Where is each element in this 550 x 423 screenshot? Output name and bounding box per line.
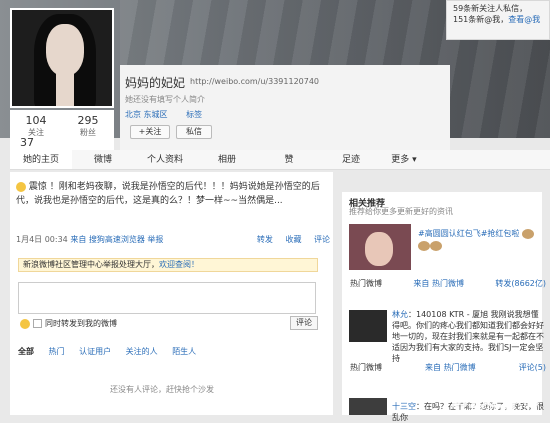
recommend-repost-count[interactable]: 转发(8662亿) (495, 278, 546, 289)
recommend-image[interactable] (349, 224, 411, 270)
bear-emoji-icon (521, 228, 534, 239)
recommend-meta: 热门微博 来自 热门微博 转发(8662亿) (350, 278, 546, 289)
stat-fans-label: 粉丝 (80, 128, 96, 137)
recommend-source[interactable]: 热门微博 (350, 278, 382, 289)
location-text: 北京 东城区 (125, 110, 168, 119)
notif-line2: 151条新@我， (453, 15, 509, 24)
recommend-from[interactable]: 来自 热门微博 (413, 278, 464, 289)
repost-option[interactable]: 同时转发到我的微博 (20, 318, 117, 329)
stat-extra: 37 (20, 136, 34, 149)
tab-profile[interactable]: 个人资料 (134, 150, 196, 169)
post-source[interactable]: 来自 搜狗高速浏览器 (70, 235, 145, 244)
profile-url[interactable]: http://weibo.com/u/3391120740 (190, 77, 319, 86)
side-post-text: 140108 KTR - 厦旭 我刚说我想懂得吧。你们的疼心我们都知道我们都会好… (392, 310, 544, 363)
tab-footprint[interactable]: 足迹 (320, 150, 382, 169)
face (46, 24, 84, 76)
post-report[interactable]: 举报 (147, 235, 163, 244)
recommend-headline-text: #高圆圆认红包飞#抢红包啦 (418, 229, 520, 238)
profile-bio: 她还没有填写个人简介 (125, 95, 205, 104)
bear-emoji-icon (430, 240, 442, 251)
sidebar-subtitle: 推荐给你更多更新更好的资讯 (349, 207, 453, 216)
report-bar: 新浪微博社区管理中心举报处理大厅，欢迎查阅！ (18, 258, 318, 272)
repost-button[interactable]: 转发 (257, 235, 273, 244)
notif-line1[interactable]: 59条新关注人私信， (453, 3, 543, 14)
post-time[interactable]: 1月4日 00:34 (16, 235, 68, 244)
tab-more[interactable]: 更多 ▾ (382, 150, 426, 169)
notif-link[interactable]: 查看@我 (508, 15, 540, 24)
profile-tabs: 她的主页 微博 个人资料 相册 赞 足迹 更多 ▾ (10, 150, 550, 170)
report-text: 新浪微博社区管理中心举报处理大厅， (23, 260, 159, 269)
avatar[interactable] (10, 8, 114, 108)
post-body: 震惊 ！刚和老妈夜聊，说我是孙悟空的后代！！！妈妈说她是孙悟空的后代，说我也是孙… (16, 182, 320, 206)
filter-verified[interactable]: 认证用户 (79, 347, 111, 356)
stat-following[interactable]: 104 关注 (10, 110, 62, 150)
recommend-face (365, 232, 393, 266)
filter-following[interactable]: 关注的人 (126, 347, 158, 356)
side-post: 林允：140108 KTR - 厦旭 我刚说我想懂得吧。你们的疼心我们都知道我们… (392, 310, 544, 363)
follow-button[interactable]: +关注 (130, 125, 170, 139)
empty-comments: 还没有人评论，赶快抢个沙发 (110, 385, 214, 394)
favorite-button[interactable]: 收藏 (285, 235, 301, 244)
watermark-url: YXDOWN.COM (470, 403, 531, 411)
side-foot-user[interactable]: 十三空 (392, 402, 416, 411)
stat-following-num: 104 (25, 114, 47, 127)
tab-weibo[interactable]: 微博 (72, 150, 134, 169)
filter-hot[interactable]: 热门 (49, 347, 65, 356)
report-link[interactable]: 欢迎查阅！ (159, 260, 199, 269)
comment-input[interactable] (18, 282, 316, 314)
tab-more-label: 更多 (391, 155, 410, 165)
comment-submit-button[interactable]: 评论 (290, 316, 318, 330)
shock-emoji-icon (16, 181, 26, 192)
recommend-headline[interactable]: #高圆圆认红包飞#抢红包啦 (418, 228, 544, 252)
repost-option-label: 同时转发到我的微博 (45, 319, 117, 328)
filter-stranger[interactable]: 陌生人 (172, 347, 196, 356)
side-foot-avatar[interactable] (349, 398, 387, 415)
profile-name: 妈妈的妃妃 (125, 76, 186, 90)
post-actions: 转发 收藏 评论 (247, 234, 330, 245)
tab-album[interactable]: 相册 (196, 150, 258, 169)
comment-filters: 全部 热门 认证用户 关注的人 陌生人 (18, 346, 208, 357)
side-post-source[interactable]: 热门微博 (350, 362, 382, 373)
notification-box: 59条新关注人私信， 151条新@我，查看@我 (446, 0, 550, 40)
message-button[interactable]: 私信 (176, 125, 212, 139)
stat-fans-num: 295 (77, 114, 99, 127)
repost-checkbox[interactable] (33, 319, 42, 328)
tab-home[interactable]: 她的主页 (10, 150, 72, 169)
post-text: 震惊 ！刚和老妈夜聊，说我是孙悟空的后代！！！妈妈说她是孙悟空的后代，说我也是孙… (10, 176, 333, 212)
stat-fans[interactable]: 295 粉丝 (62, 110, 114, 150)
filter-all[interactable]: 全部 (18, 347, 34, 356)
side-post-avatar[interactable] (349, 310, 387, 342)
side-post-user[interactable]: 林允 (392, 310, 408, 319)
profile-location: 北京 东城区 标签 (125, 109, 202, 120)
tag-link[interactable]: 标签 (186, 110, 202, 119)
stat-following-label: 关注 (28, 128, 44, 137)
bear-emoji-icon (418, 240, 430, 251)
emoji-picker-icon[interactable] (20, 318, 30, 329)
neck (56, 72, 74, 106)
tab-like[interactable]: 赞 (258, 150, 320, 169)
comment-link[interactable]: 评论 (314, 235, 330, 244)
